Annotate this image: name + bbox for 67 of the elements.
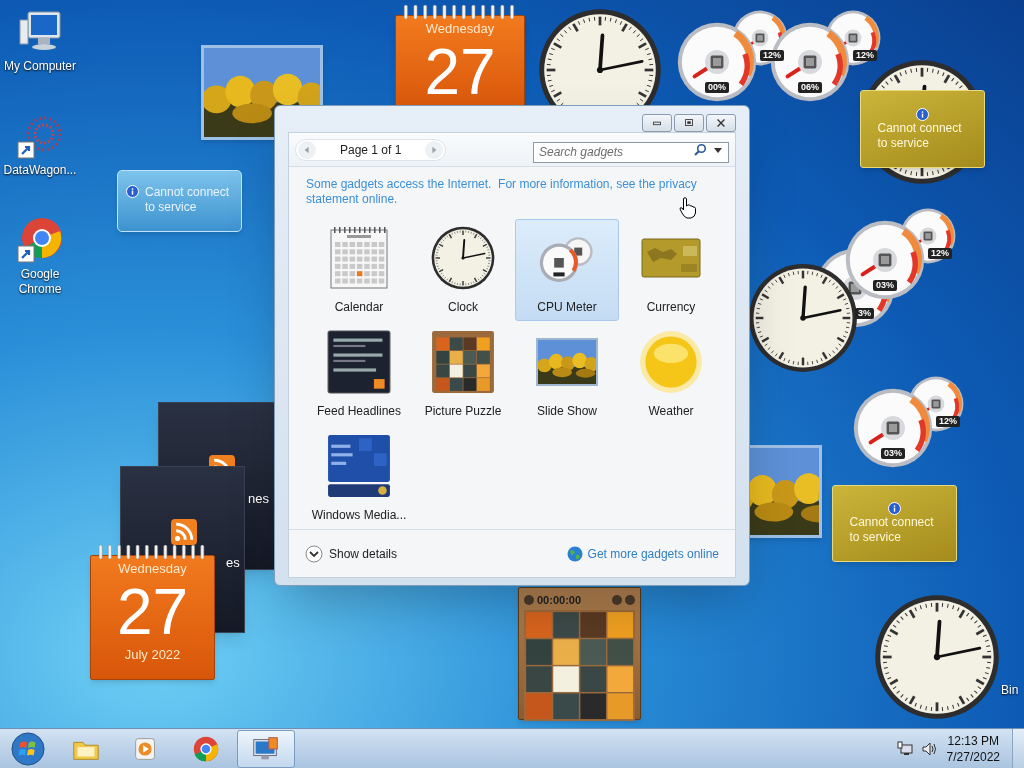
taskbar-clock[interactable]: 12:13 PM 7/27/2022 [946,732,1000,765]
weekday-label: Wednesday [425,20,495,38]
info-icon [916,107,929,121]
status-message: Cannot connect to service [849,515,935,545]
gadget-tile[interactable]: Slide Show [515,323,619,425]
search-field[interactable]: Search gadgets [533,141,729,163]
percent-label: 12% [928,248,952,259]
gadget-tile[interactable]: Currency [619,219,723,321]
speaker-icon[interactable] [920,740,937,757]
currency-icon [640,238,702,278]
date-number: 27 [424,38,496,105]
percent-label: 03% [881,448,905,459]
maximize-button[interactable] [674,114,704,132]
chevron-left-icon [303,145,311,154]
close-button[interactable] [706,114,736,132]
month-label: July 2022 [124,645,181,664]
gadget-tile[interactable]: Calendar [307,219,411,321]
percent-label: 12% [936,416,960,427]
rss-icon [171,519,197,545]
show-details-button[interactable]: Show details [305,544,398,563]
icon-label[interactable]: Bin [1001,683,1019,697]
gadget-tile[interactable]: CPU Meter [515,219,619,321]
headline-text: es [226,554,240,572]
gadget-tile[interactable]: Weather [619,323,723,425]
calendar-icon [327,226,391,290]
network-icon[interactable] [896,740,913,757]
clock-icon [431,226,495,290]
get-more-gadgets-link[interactable]: Get more gadgets online [566,544,719,563]
close-icon [715,117,727,129]
percent-label: 00% [705,82,729,93]
gadget-tile[interactable]: Windows Media... [307,427,411,529]
chevron-right-icon [430,145,439,154]
info-icon [888,502,901,515]
windows-logo-icon [11,731,45,766]
gadget-tile[interactable]: Feed Headlines [307,323,411,425]
dropdown-caret-icon[interactable] [713,145,723,155]
status-message: Cannot connect to service [877,120,963,151]
info-icon [126,185,139,198]
gadget-tile[interactable]: Clock [411,219,515,321]
page-indicator: Page 1 of 1 [339,141,403,159]
date-number: 27 [116,578,189,645]
headline-text: nes [248,490,269,508]
percent-label: 3% [855,308,874,319]
icon-label[interactable]: Google Chrome [0,267,80,297]
puzzle-icon [431,330,495,394]
hand-cursor-icon [678,196,698,220]
weekday-label: Wednesday [118,560,187,578]
show-desktop-button[interactable] [1012,728,1024,768]
percent-label: 06% [798,82,822,93]
taskbar-app-button[interactable] [237,729,295,768]
minimize-button[interactable] [642,114,672,132]
search-icon[interactable] [693,143,707,157]
feed-icon [327,330,391,394]
percent-label: 03% [873,280,897,291]
chevron-down-icon [305,544,323,563]
chrome-icon[interactable] [16,216,64,264]
icon-label[interactable]: DataWagon... [0,163,80,178]
gadget-tile[interactable]: Picture Puzzle [411,323,515,425]
timer-text: 00:00:00 [537,592,583,608]
percent-label: 12% [760,50,784,61]
percent-label: 12% [853,50,877,61]
weather-icon [639,330,703,394]
status-message: Cannot connect to service [145,185,231,215]
media-icon [327,434,391,498]
icon-label[interactable]: My Computer [0,59,80,74]
globe-icon [566,545,583,562]
maximize-icon [683,117,695,129]
